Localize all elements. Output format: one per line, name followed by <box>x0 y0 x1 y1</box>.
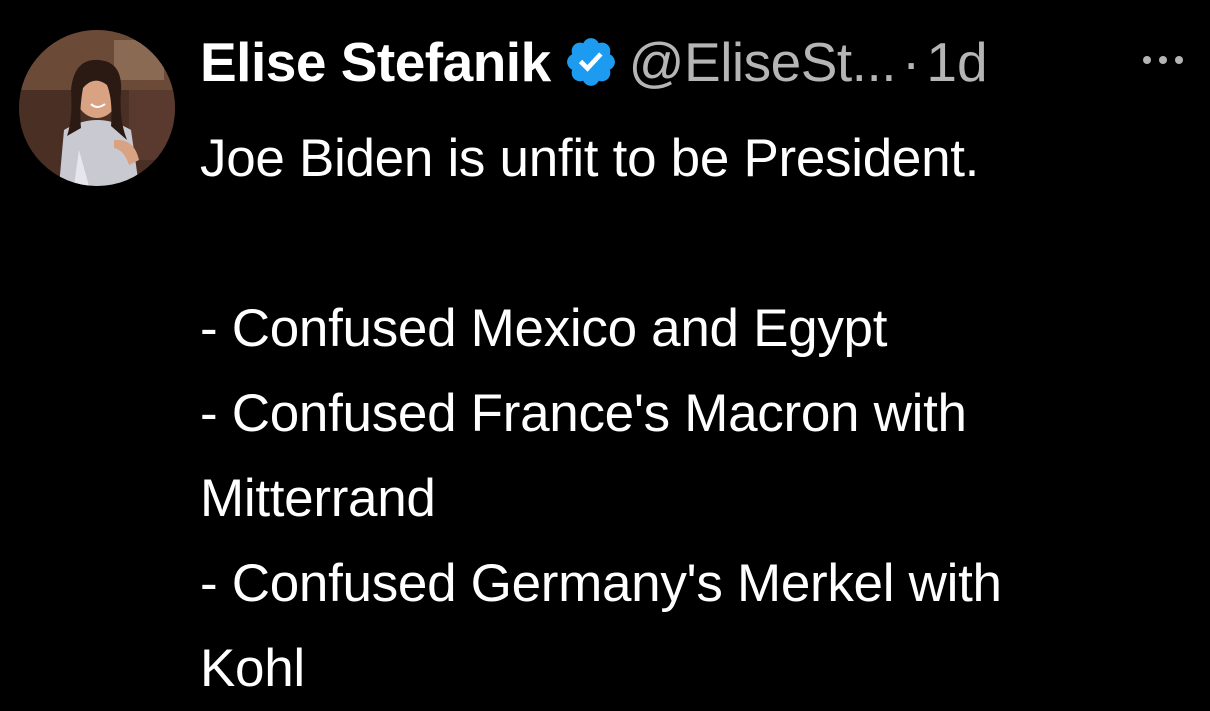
tweet-header: Elise Stefanik @EliseSt... · 1d <box>200 26 1190 98</box>
more-horizontal-icon <box>1143 56 1183 64</box>
tweet-text-line: - Confused France's Macron with <box>200 384 967 443</box>
tweet-text-line: Kohl <box>200 639 305 698</box>
avatar-photo-icon <box>19 30 175 186</box>
user-handle[interactable]: @EliseSt... <box>629 26 897 98</box>
tweet-text-line: Joe Biden is unfit to be President. <box>200 129 980 188</box>
display-name[interactable]: Elise Stefanik <box>200 26 551 98</box>
header-separator: · <box>902 31 921 93</box>
tweet-text-line: - Confused Mexico and Egypt <box>200 299 888 358</box>
tweet-card[interactable]: Elise Stefanik @EliseSt... · 1d Joe Bide… <box>0 0 1210 706</box>
tweet-text-line: - Confused Germany's Merkel with <box>200 554 1002 613</box>
tweet-text-line: Mitterrand <box>200 469 436 528</box>
verified-badge-icon[interactable] <box>563 34 619 90</box>
more-options-button[interactable] <box>1140 50 1186 70</box>
tweet-text: Joe Biden is unfit to be President. - Co… <box>200 116 1200 711</box>
timestamp[interactable]: 1d <box>926 26 987 98</box>
avatar[interactable] <box>19 30 175 186</box>
